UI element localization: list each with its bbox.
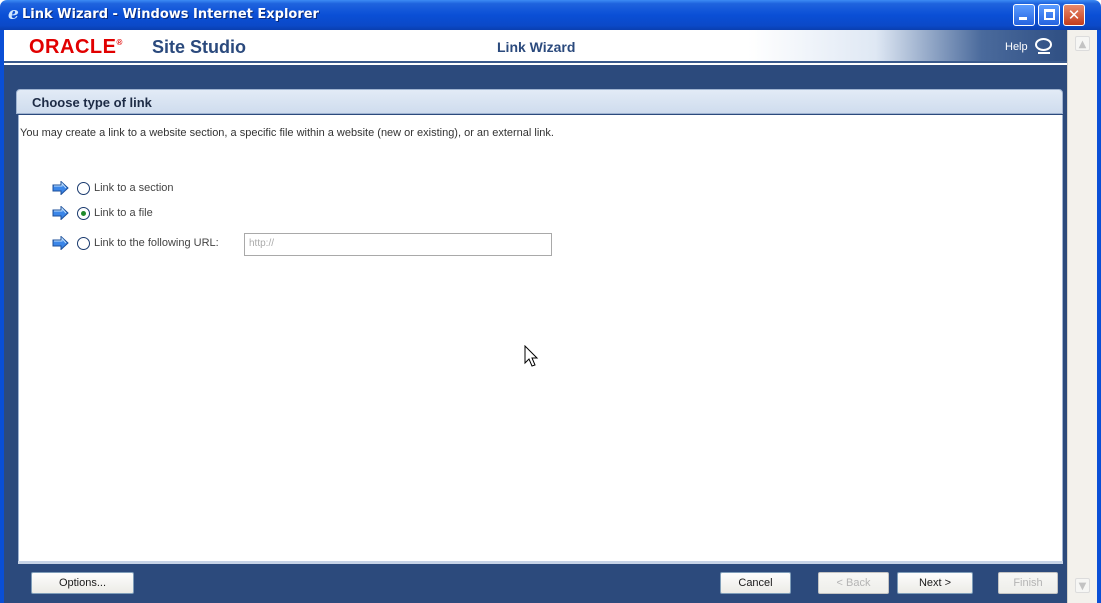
vertical-scrollbar[interactable]: ▲ ▼ — [1067, 30, 1097, 603]
help-link[interactable]: Help — [1005, 41, 1028, 53]
url-input[interactable]: http:// — [244, 233, 552, 256]
app-header: ORACLE® Site Studio Link Wizard Help — [4, 30, 1067, 63]
option-label: Link to a file — [94, 207, 153, 219]
section-title: Choose type of link — [32, 95, 152, 110]
maximize-icon — [1044, 9, 1055, 20]
maximize-button[interactable] — [1038, 4, 1060, 26]
help-bubble-icon[interactable] — [1035, 38, 1052, 54]
next-button[interactable]: Next > — [897, 572, 973, 594]
close-icon: ✕ — [1067, 6, 1081, 24]
mouse-pointer-icon — [524, 345, 539, 367]
scroll-down-icon[interactable]: ▼ — [1075, 578, 1090, 593]
oracle-logo: ORACLE® — [29, 36, 123, 58]
back-button[interactable]: < Back — [818, 572, 889, 594]
radio-link-to-url[interactable] — [77, 237, 90, 250]
right-arrow-icon — [52, 181, 69, 195]
section-header: Choose type of link — [16, 89, 1063, 114]
window-title: Link Wizard - Windows Internet Explorer — [22, 7, 319, 22]
intro-text: You may create a link to a website secti… — [20, 127, 554, 139]
product-name: Site Studio — [152, 37, 246, 57]
page-title: Link Wizard — [497, 39, 576, 55]
minimize-icon — [1019, 17, 1027, 20]
option-label: Link to a section — [94, 182, 174, 194]
window-frame-right — [1097, 30, 1101, 603]
right-arrow-icon — [52, 206, 69, 220]
footer-divider — [18, 561, 1063, 564]
radio-link-to-section[interactable] — [77, 182, 90, 195]
finish-button[interactable]: Finish — [998, 572, 1058, 594]
option-label: Link to the following URL: — [94, 237, 219, 249]
cancel-button[interactable]: Cancel — [720, 572, 791, 594]
options-button[interactable]: Options... — [31, 572, 134, 594]
right-arrow-icon — [52, 236, 69, 250]
wizard-content — [18, 115, 1063, 561]
close-button[interactable]: ✕ — [1063, 4, 1085, 26]
radio-link-to-file[interactable] — [77, 207, 90, 220]
window-titlebar[interactable]: e Link Wizard - Windows Internet Explore… — [0, 0, 1101, 30]
scroll-up-icon[interactable]: ▲ — [1075, 36, 1090, 51]
minimize-button[interactable] — [1013, 4, 1035, 26]
